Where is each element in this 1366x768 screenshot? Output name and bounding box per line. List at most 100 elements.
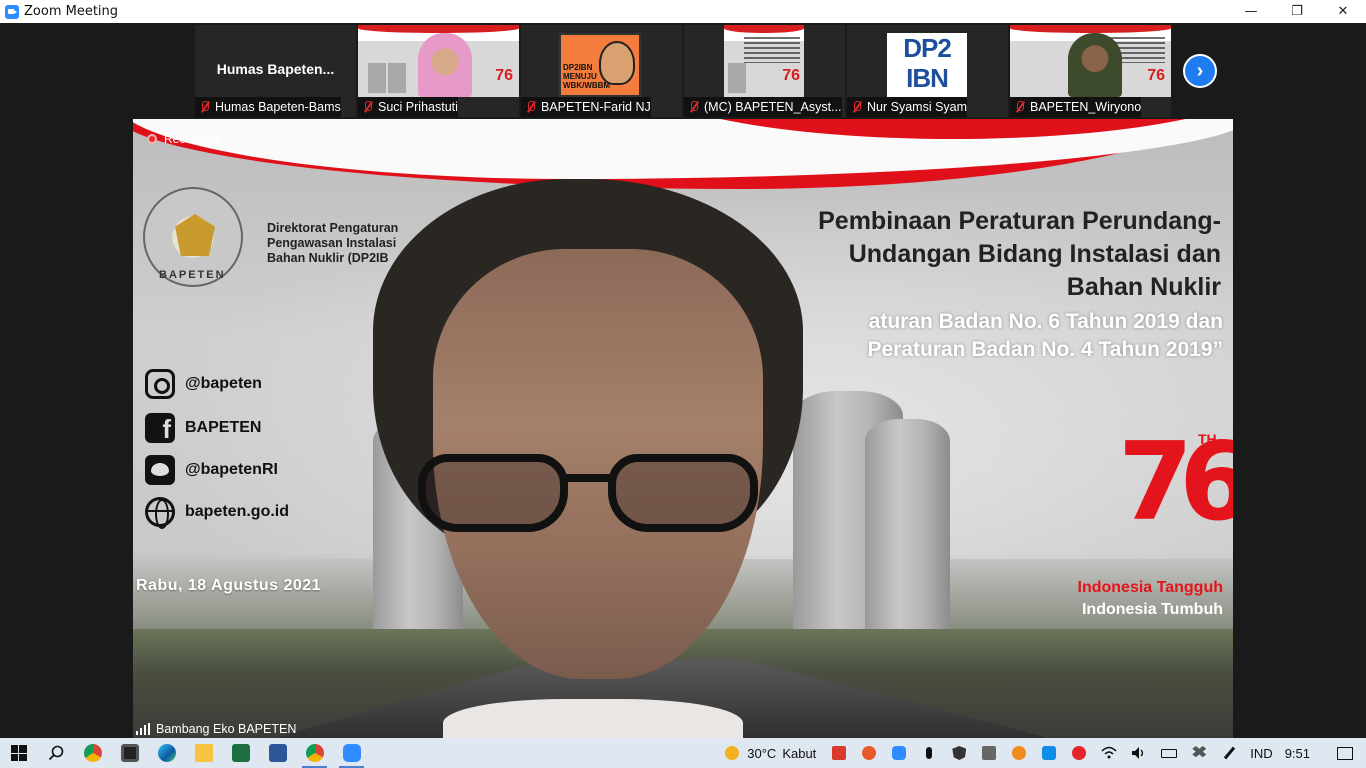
printer-icon[interactable] [974,738,1004,768]
participant-video [1068,33,1122,97]
recording-indicator[interactable]: Recording [147,132,219,146]
participant-name: Suci Prihastuti [378,100,458,114]
slide-video: 76 [724,25,804,97]
weather-text[interactable]: Kabut [782,746,816,761]
weather-temp[interactable]: 30°C [747,746,776,761]
logo76-suffix: TH [1198,431,1217,447]
speaker-person [373,179,803,738]
headline-line: Bahan Nuklir [1066,273,1221,301]
signal-strength-icon [136,723,150,735]
restore-button[interactable]: ❐ [1274,0,1320,23]
social-text: @bapeten [185,375,262,392]
subline-line: Peraturan Badan No. 4 Tahun 2019” [867,338,1223,361]
camera-icon [120,744,139,762]
tray-app-icon[interactable] [824,738,854,768]
speaker-name: Bambang Eko BAPETEN [156,722,297,736]
social-twitter: @bapetenRI [145,455,278,485]
notifications-icon[interactable] [1330,738,1360,768]
taskbar-chrome-2[interactable] [296,738,333,768]
taskbar-zoom[interactable] [333,738,370,768]
participant-strip: Humas Bapeten... Humas Bapeten-Bams 76 S… [195,25,1171,117]
logo-line: DP2 [903,33,952,63]
wifi-icon[interactable] [1094,738,1124,768]
participant-label: BAPETEN-Farid NJ [521,97,651,117]
social-text: BAPETEN [185,419,262,436]
pen-icon[interactable] [1214,738,1244,768]
participant-tile[interactable]: 76 Suci Prihastuti [358,25,519,117]
volume-icon[interactable] [1124,738,1154,768]
tray-app-icon[interactable] [854,738,884,768]
taskbar-chrome[interactable] [74,738,111,768]
logo-line: IBN [906,63,949,93]
taskbar-camera-app[interactable] [111,738,148,768]
chrome-icon [305,744,324,762]
weather-icon[interactable] [717,738,747,768]
next-page-button[interactable]: › [1183,54,1217,88]
edge-icon [157,744,176,762]
social-facebook: BAPETEN [145,413,262,445]
slide-date: Rabu, 18 Agustus 2021 [136,577,322,594]
social-text: bapeten.go.id [185,503,289,520]
dropbox-icon[interactable] [1184,738,1214,768]
dp2ibn-logo: DP2 IBN [887,33,967,97]
zoom-app-icon [5,4,19,19]
poster-image: DP2IBN MENUJU WBK/WBBM [559,33,641,97]
tray-app-icon[interactable] [1004,738,1034,768]
poster-text: DP2IBN MENUJU WBK/WBBM [563,63,611,90]
slide-video: 76 [1010,25,1171,97]
participant-display-name: Humas Bapeten... [216,61,335,77]
microphone-icon[interactable] [914,738,944,768]
participant-name: Humas Bapeten-Bams [215,100,341,114]
windows-logo-icon [10,745,27,761]
taskbar-excel[interactable] [222,738,259,768]
recording-dot-icon [147,134,157,144]
slide-video: 76 [358,25,519,97]
shield-icon[interactable] [944,738,974,768]
slide-subline: aturan Badan No. 6 Tahun 2019 dan Peratu… [867,308,1223,364]
start-button[interactable] [0,738,37,768]
glasses [408,454,788,534]
taskbar-edge[interactable] [148,738,185,768]
language-indicator[interactable]: IND [1250,746,1272,761]
participant-name: BAPETEN_Wiryono [1030,100,1142,114]
participant-name: Nur Syamsi Syam [867,100,968,114]
battery-icon[interactable] [1154,738,1184,768]
instagram-icon [145,369,175,399]
taskbar-word[interactable] [259,738,296,768]
tagline-tumbuh: Indonesia Tumbuh [1081,601,1223,618]
chrome-icon [83,744,102,762]
tagline-tangguh: Indonesia Tangguh [1077,579,1223,596]
mic-muted-icon [851,100,863,114]
word-icon [268,744,287,762]
speaker-name-label: Bambang Eko BAPETEN [136,722,296,736]
recording-label: Recording [164,132,219,146]
close-button[interactable]: ✕ [1320,0,1366,23]
system-tray: 30°C Kabut IND 9:51 [717,738,1366,768]
taskbar-file-explorer[interactable] [185,738,222,768]
participant-tile[interactable]: Humas Bapeten... Humas Bapeten-Bams [195,25,356,117]
participant-tile[interactable]: 76 (MC) BAPETEN_Asyst... [684,25,845,117]
minimize-button[interactable]: — [1228,0,1274,23]
participant-label: Suci Prihastuti [358,97,458,117]
clock[interactable]: 9:51 [1285,746,1310,761]
participant-name: BAPETEN-Farid NJ [541,100,651,114]
participant-label: Humas Bapeten-Bams [195,97,341,117]
participant-tile[interactable]: DP2IBN MENUJU WBK/WBBM BAPETEN-Farid NJ [521,25,682,117]
zoom-tray-icon[interactable] [884,738,914,768]
participant-tile[interactable]: DP2 IBN Nur Syamsi Syam [847,25,1008,117]
tray-app-icon[interactable] [1064,738,1094,768]
slide-headline: Pembinaan Peraturan Perundang- Undangan … [818,205,1221,304]
social-instagram: @bapeten [145,369,262,399]
participant-label: BAPETEN_Wiryono [1010,97,1142,117]
search-button[interactable] [37,738,74,768]
participant-name: (MC) BAPETEN_Asyst... [704,100,842,114]
participant-tile[interactable]: 76 BAPETEN_Wiryono [1010,25,1171,117]
globe-icon [145,497,175,529]
active-speaker-video: Recording BAPETEN Direktorat Pengaturan … [133,119,1233,738]
subline-line: aturan Badan No. 6 Tahun 2019 dan [868,310,1223,333]
ri-76-logo: 76 TH [1118,429,1233,549]
participant-label: (MC) BAPETEN_Asyst... [684,97,842,117]
teamviewer-icon[interactable] [1034,738,1064,768]
zoom-icon [342,744,361,762]
mic-muted-icon [688,100,700,114]
